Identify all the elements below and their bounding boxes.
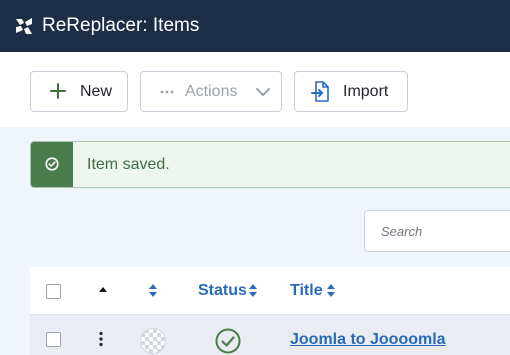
table-row: Joomla to Joooomla [30,315,510,355]
toolbar: New Actions Import [0,52,510,127]
ellipsis-icon [160,90,174,94]
item-title-link[interactable]: Joomla to Joooomla [290,331,446,349]
row-checkbox[interactable] [46,332,61,347]
import-button[interactable]: Import [294,71,408,112]
sort-icon[interactable] [248,283,258,298]
actions-button-label: Actions [185,83,238,100]
search-input[interactable] [365,211,510,251]
import-button-label: Import [343,83,389,100]
alert-icon-box [31,142,73,187]
header-bar: ReReplacer: Items [0,0,510,52]
check-circle-icon[interactable] [215,328,241,354]
select-all-checkbox[interactable] [46,284,61,299]
actions-dropdown-button[interactable]: Actions [140,71,282,112]
column-header-title[interactable]: Title [290,282,323,300]
sort-icon[interactable] [148,283,158,298]
alert-message: Item saved. [87,156,170,173]
page-title: ReReplacer: Items [42,15,200,36]
plus-icon [50,83,66,99]
sort-icon[interactable] [326,283,336,298]
column-header-status[interactable]: Status [198,282,247,300]
vertical-ellipsis-icon[interactable] [98,331,104,347]
file-import-icon [311,81,329,102]
success-alert: Item saved. [30,141,510,188]
chevron-down-icon [256,88,270,96]
search-box [364,210,510,252]
color-swatch-empty [140,328,166,354]
caret-up-icon[interactable] [98,285,108,293]
table-header: Status Title [30,267,510,315]
check-circle-icon [45,157,59,171]
new-button[interactable]: New [30,71,128,112]
new-button-label: New [80,83,113,100]
joomla-logo-icon [16,18,32,34]
